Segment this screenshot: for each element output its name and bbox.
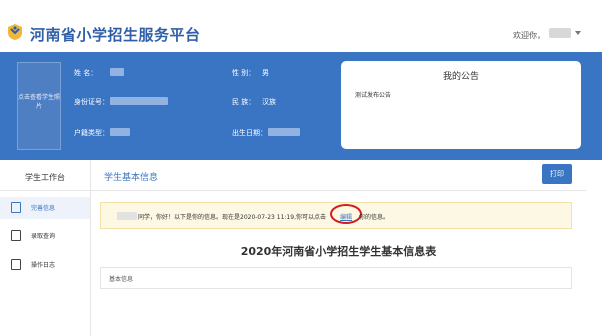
page-title: 学生基本信息 bbox=[104, 173, 159, 183]
name-label: 姓 名： bbox=[74, 69, 98, 77]
hukou-type-value-redacted bbox=[110, 128, 130, 136]
notice-item[interactable]: 测试发布公告 bbox=[355, 90, 391, 99]
sidebar-item-admission-query[interactable]: 录取查询 bbox=[0, 225, 90, 247]
site-title: 河南省小学招生服务平台 bbox=[30, 26, 201, 44]
id-number-value-redacted bbox=[110, 97, 168, 105]
gender-label: 性 别： bbox=[232, 69, 256, 77]
sidebar: 学生工作台 完善信息 录取查询 操作日志 bbox=[0, 160, 91, 336]
top-bar: 河南省小学招生服务平台 欢迎你， bbox=[0, 0, 602, 52]
birthday-value-redacted bbox=[268, 128, 300, 136]
welcome-text: 欢迎你， bbox=[513, 31, 545, 40]
print-button[interactable]: 打印 bbox=[542, 164, 572, 184]
sidebar-item-operation-log[interactable]: 操作日志 bbox=[0, 254, 90, 276]
divider bbox=[91, 190, 586, 191]
notice-title: 我的公告 bbox=[442, 72, 479, 82]
section-label: 基本信息 bbox=[109, 276, 134, 283]
alert-message: 同学，你好！以下是你的信息。现在是2020-07-23 11:19,你可以点击 bbox=[138, 214, 326, 221]
birthday-label: 出生日期： bbox=[232, 129, 267, 137]
notice-card: 我的公告 测试发布公告 bbox=[341, 61, 581, 149]
basic-info-section: 基本信息 bbox=[100, 267, 572, 289]
search-doc-icon bbox=[11, 230, 21, 241]
sidebar-item-label: 完善信息 bbox=[31, 205, 56, 212]
shield-logo-icon bbox=[8, 24, 22, 40]
main-content: 学生基本信息 打印 同学，你好！以下是你的信息。现在是2020-07-23 11… bbox=[91, 160, 602, 336]
log-icon bbox=[11, 259, 21, 270]
ethnicity-label: 民 族： bbox=[232, 98, 256, 106]
id-number-label: 身份证号： bbox=[74, 98, 109, 106]
red-highlight-circle bbox=[330, 204, 362, 224]
gender-value: 男 bbox=[262, 69, 269, 77]
chevron-down-icon[interactable] bbox=[575, 31, 581, 35]
sidebar-item-label: 录取查询 bbox=[31, 233, 56, 240]
sidebar-item-label: 操作日志 bbox=[31, 262, 56, 269]
form-title: 2020年河南省小学招生学生基本信息表 bbox=[240, 245, 437, 258]
hukou-type-label: 户籍类型： bbox=[74, 129, 109, 137]
student-name-redacted bbox=[117, 212, 137, 220]
name-value-redacted bbox=[110, 68, 124, 76]
sidebar-header: 学生工作台 bbox=[0, 165, 90, 191]
info-alert: 同学，你好！以下是你的信息。现在是2020-07-23 11:19,你可以点击 … bbox=[100, 202, 572, 229]
user-name-redacted[interactable] bbox=[549, 28, 571, 38]
edit-doc-icon bbox=[11, 202, 21, 213]
student-photo[interactable]: 点击查看学生照片 bbox=[17, 62, 61, 150]
sidebar-item-complete-info[interactable]: 完善信息 bbox=[0, 197, 90, 219]
alert-message-end: 你的信息。 bbox=[359, 214, 390, 221]
ethnicity-value: 汉族 bbox=[262, 98, 276, 106]
